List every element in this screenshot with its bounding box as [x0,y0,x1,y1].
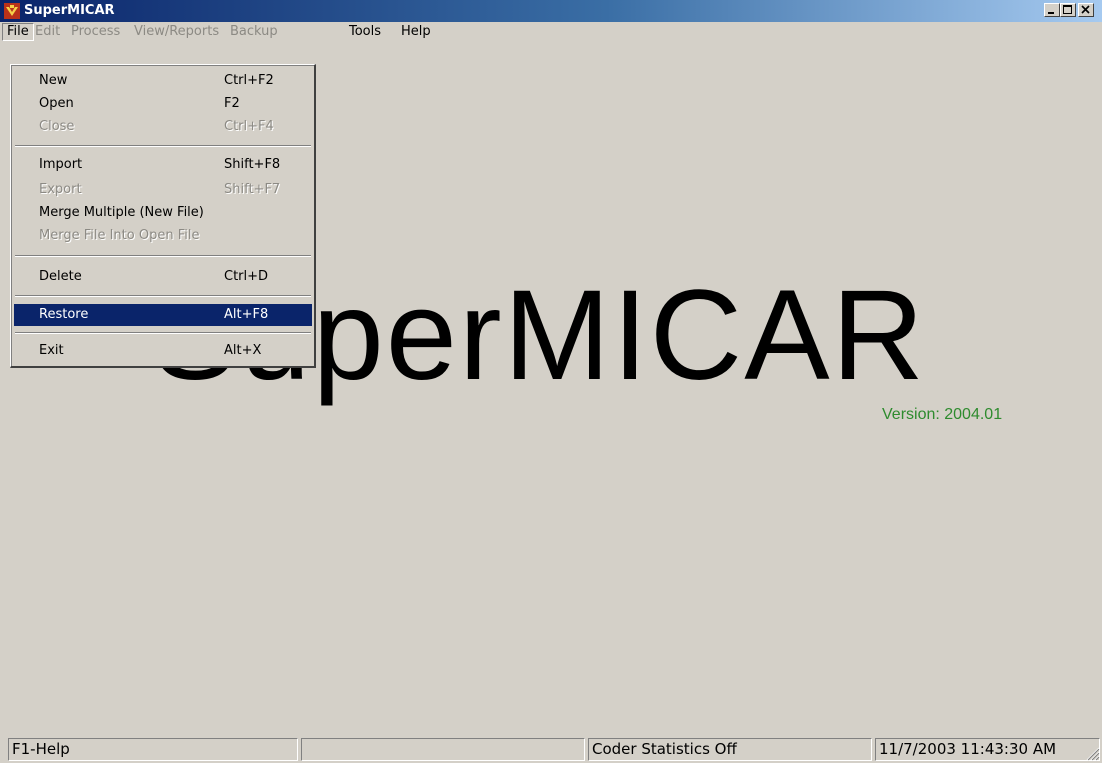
menu-item-label: New [39,73,68,88]
menu-item-shortcut: Shift+F8 [224,157,281,172]
menu-edit[interactable]: Edit [31,23,64,41]
status-help-panel: F1-Help [8,738,298,761]
menu-bar: File Edit Process View/Reports Backup To… [0,22,1102,42]
menu-separator [15,295,311,297]
menu-help[interactable]: Help [397,23,435,41]
menu-item-label: Close [39,119,75,134]
menu-item-exit[interactable]: Exit Alt+X [14,340,312,362]
menu-item-close[interactable]: Close Ctrl+F4 [14,116,312,138]
menu-item-label: Import [39,157,83,172]
close-icon [1081,5,1090,14]
minimize-icon [1048,12,1054,14]
maximize-icon [1063,5,1072,14]
menu-item-label: Merge File Into Open File [39,228,200,243]
menu-item-merge-multiple[interactable]: Merge Multiple (New File) [14,202,312,224]
status-empty-panel [301,738,585,761]
status-coder-stats: Coder Statistics Off [588,738,872,761]
menu-item-shortcut: Alt+X [224,343,262,358]
menu-item-shortcut: Alt+F8 [224,307,269,322]
menu-item-shortcut: Shift+F7 [224,182,281,197]
menu-item-shortcut: Ctrl+F2 [224,73,274,88]
menu-tools[interactable]: Tools [345,23,385,41]
minimize-button[interactable] [1044,3,1060,17]
menu-backup[interactable]: Backup [226,23,282,41]
menu-item-shortcut: Ctrl+F4 [224,119,274,134]
menu-file[interactable]: File [2,23,34,41]
menu-item-label: Delete [39,269,82,284]
menu-item-delete[interactable]: Delete Ctrl+D [14,266,312,288]
resize-grip-icon[interactable] [1086,747,1100,761]
menu-item-label: Exit [39,343,64,358]
menu-process[interactable]: Process [67,23,124,41]
window-title: SuperMICAR [24,3,115,18]
menu-separator [15,332,311,334]
status-datetime: 11/7/2003 11:43:30 AM [875,738,1100,761]
close-button[interactable] [1078,3,1094,17]
menu-item-new[interactable]: New Ctrl+F2 [14,70,312,92]
menu-view-reports[interactable]: View/Reports [130,23,223,41]
menu-item-export[interactable]: Export Shift+F7 [14,179,312,201]
menu-item-label: Export [39,182,82,197]
menu-separator [15,145,311,147]
menu-item-label: Restore [39,307,89,322]
version-label: Version: 2004.01 [882,406,1003,423]
menu-item-import[interactable]: Import Shift+F8 [14,154,312,176]
supermicar-app-icon[interactable] [4,3,20,19]
status-bar: F1-Help Coder Statistics Off 11/7/2003 1… [0,737,1102,763]
file-menu-dropdown: New Ctrl+F2 Open F2 Close Ctrl+F4 Import… [10,64,316,368]
menu-item-label: Merge Multiple (New File) [39,205,204,220]
menu-separator [15,255,311,257]
title-bar[interactable]: SuperMICAR [0,0,1102,22]
menu-item-open[interactable]: Open F2 [14,93,312,115]
menu-item-restore[interactable]: Restore Alt+F8 [14,304,312,326]
menu-item-shortcut: Ctrl+D [224,269,269,284]
maximize-button[interactable] [1060,3,1076,17]
menu-item-merge-into-open[interactable]: Merge File Into Open File [14,225,312,247]
menu-item-shortcut: F2 [224,96,240,111]
menu-item-label: Open [39,96,74,111]
